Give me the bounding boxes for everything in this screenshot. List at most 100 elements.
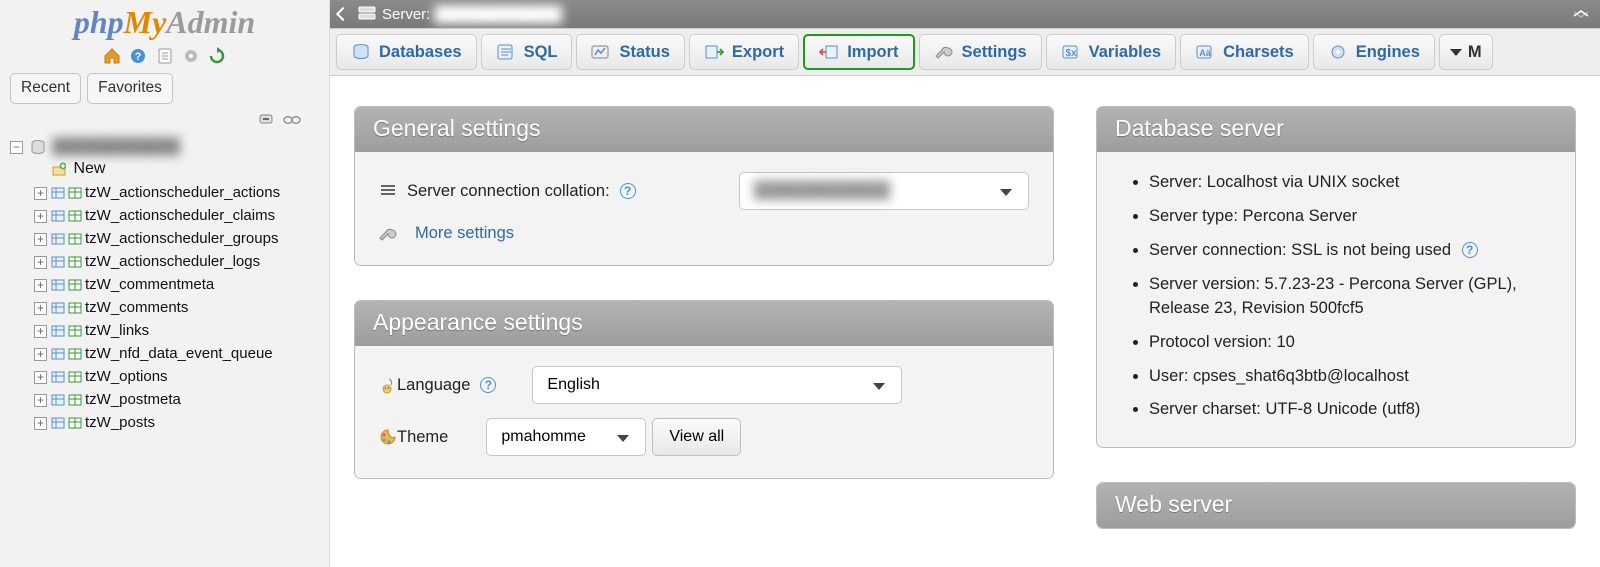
table-name[interactable]: tzW_actionscheduler_claims (85, 207, 275, 224)
table-name[interactable]: tzW_comments (85, 299, 188, 316)
server-label: Server: (382, 6, 430, 23)
tab-more[interactable]: M (1439, 34, 1493, 70)
tab-engines[interactable]: Engines (1313, 34, 1435, 70)
table-icon (68, 255, 82, 269)
browse-icon[interactable] (51, 301, 65, 315)
export-icon (704, 44, 724, 60)
tab-databases[interactable]: Databases (336, 34, 477, 70)
page-settings-icon[interactable] (1572, 9, 1590, 19)
expand-icon[interactable]: + (34, 325, 47, 338)
home-icon[interactable] (103, 47, 121, 65)
nav-back-icon[interactable] (336, 7, 350, 21)
database-name[interactable]: ████████████ (52, 138, 180, 155)
tree-table-item[interactable]: + tzW_postmeta (6, 388, 329, 411)
table-name[interactable]: tzW_links (85, 322, 149, 339)
sql-icon (496, 44, 516, 60)
browse-icon[interactable] (51, 278, 65, 292)
tree-table-item[interactable]: + tzW_actionscheduler_actions (6, 181, 329, 204)
server-info-item: Server charset: UTF-8 Unicode (utf8) (1149, 393, 1549, 427)
server-info-item: Server type: Percona Server (1149, 200, 1549, 234)
collation-select[interactable]: ████████████ (739, 172, 1029, 210)
tree-table-item[interactable]: + tzW_nfd_data_event_queue (6, 342, 329, 365)
tree-root[interactable]: − ████████████ (6, 136, 329, 157)
logo[interactable]: phpMyAdmin (0, 0, 329, 43)
theme-select[interactable]: pmahomme (486, 418, 646, 456)
expand-icon[interactable]: + (34, 210, 47, 223)
link-icon[interactable] (283, 114, 301, 126)
server-info-item: Server connection: SSL is not being used… (1149, 234, 1549, 268)
tab-variables[interactable]: $xVariables (1046, 34, 1176, 70)
tree-table-item[interactable]: + tzW_actionscheduler_claims (6, 204, 329, 227)
expand-icon[interactable]: + (34, 371, 47, 384)
more-settings-link[interactable]: More settings (415, 224, 514, 243)
help-icon[interactable]: ? (620, 183, 636, 199)
expand-icon[interactable]: + (34, 348, 47, 361)
browse-icon[interactable] (51, 255, 65, 269)
expand-icon[interactable]: − (10, 141, 23, 154)
tree-table-item[interactable]: + tzW_commentmeta (6, 273, 329, 296)
tab-export[interactable]: Export (689, 34, 799, 70)
expand-icon[interactable]: + (34, 187, 47, 200)
language-select[interactable]: English (532, 366, 902, 404)
expand-icon[interactable]: + (34, 417, 47, 430)
main-content: General settings Server connection colla… (330, 76, 1600, 567)
logout-icon[interactable]: ? (129, 47, 147, 65)
table-name[interactable]: tzW_commentmeta (85, 276, 214, 293)
collation-label: Server connection collation: (407, 182, 610, 201)
new-table-link[interactable]: New (6, 157, 329, 181)
reload-icon[interactable] (208, 47, 226, 65)
tab-sql[interactable]: SQL (481, 34, 573, 70)
table-name[interactable]: tzW_actionscheduler_logs (85, 253, 260, 270)
tab-import[interactable]: Import (803, 34, 914, 70)
tree-table-item[interactable]: + tzW_options (6, 365, 329, 388)
browse-icon[interactable] (51, 393, 65, 407)
tree-table-item[interactable]: + tzW_comments (6, 296, 329, 319)
browse-icon[interactable] (51, 324, 65, 338)
general-settings-panel: General settings Server connection colla… (354, 106, 1054, 266)
table-name[interactable]: tzW_options (85, 368, 168, 385)
svg-text:$x: $x (1065, 48, 1077, 59)
chevron-down-icon (1000, 189, 1012, 196)
expand-icon[interactable]: + (34, 256, 47, 269)
tab-charsets[interactable]: AäCharsets (1180, 34, 1309, 70)
expand-icon[interactable]: + (34, 394, 47, 407)
tab-settings[interactable]: Settings (919, 34, 1042, 70)
expand-icon[interactable]: + (34, 233, 47, 246)
chevron-down-icon (617, 435, 629, 442)
tree-table-item[interactable]: + tzW_actionscheduler_groups (6, 227, 329, 250)
table-name[interactable]: tzW_postmeta (85, 391, 181, 408)
table-name[interactable]: tzW_actionscheduler_actions (85, 184, 280, 201)
help-icon[interactable]: ? (480, 377, 496, 393)
svg-text:?: ? (135, 51, 142, 63)
browse-icon[interactable] (51, 186, 65, 200)
browse-icon[interactable] (51, 347, 65, 361)
view-all-button[interactable]: View all (652, 418, 741, 456)
tab-status[interactable]: Status (576, 34, 684, 70)
browse-icon[interactable] (51, 370, 65, 384)
table-icon (68, 324, 82, 338)
browse-icon[interactable] (51, 232, 65, 246)
new-icon (52, 162, 66, 176)
tree-table-item[interactable]: + tzW_actionscheduler_logs (6, 250, 329, 273)
browse-icon[interactable] (51, 209, 65, 223)
browse-icon[interactable] (51, 416, 65, 430)
server-name[interactable]: ████████████ (434, 6, 562, 23)
table-name[interactable]: tzW_nfd_data_event_queue (85, 345, 273, 362)
settings-icon[interactable] (182, 47, 200, 65)
expand-icon[interactable]: + (34, 279, 47, 292)
recent-button[interactable]: Recent (10, 73, 81, 104)
help-icon[interactable]: ? (1462, 242, 1478, 258)
favorites-button[interactable]: Favorites (87, 73, 173, 104)
table-name[interactable]: tzW_posts (85, 414, 155, 431)
table-icon (68, 370, 82, 384)
expand-icon[interactable]: + (34, 302, 47, 315)
tree-table-item[interactable]: + tzW_links (6, 319, 329, 342)
server-info-item: Server version: 5.7.23-23 - Percona Serv… (1149, 268, 1549, 326)
docs-icon[interactable] (156, 47, 174, 65)
table-name[interactable]: tzW_actionscheduler_groups (85, 230, 278, 247)
wrench-icon (934, 44, 954, 60)
tree-table-item[interactable]: + tzW_posts (6, 411, 329, 434)
collapse-all-icon[interactable] (259, 112, 275, 126)
table-icon (68, 209, 82, 223)
panel-title: Appearance settings (355, 301, 1053, 346)
